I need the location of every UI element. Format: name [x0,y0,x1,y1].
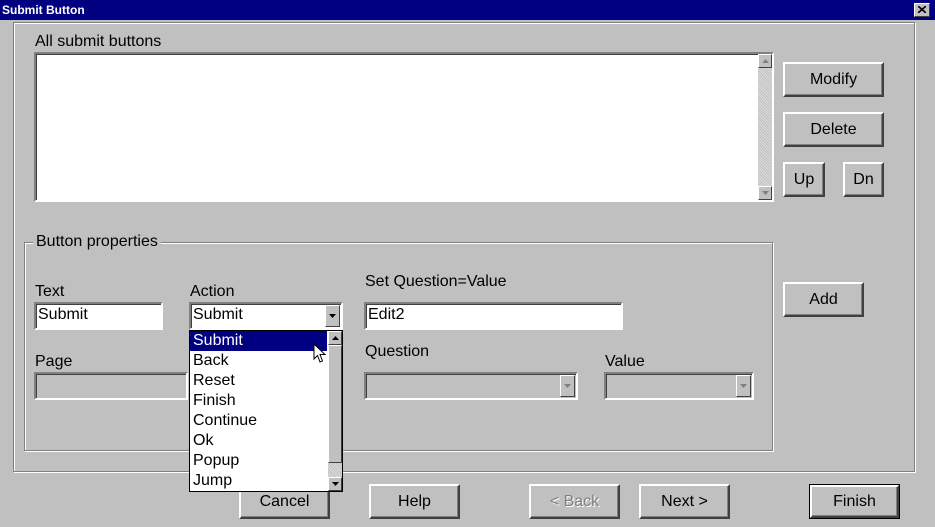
set-question-value: Edit2 [368,306,405,323]
delete-button[interactable]: Delete [783,112,884,147]
finish-button[interactable]: Finish [809,484,900,519]
value-dropdown-button[interactable] [736,375,751,397]
options-scroll-down[interactable] [328,477,342,491]
close-button[interactable] [914,3,930,17]
window-title: Submit Button [2,3,85,17]
option-popup[interactable]: Popup [190,451,327,471]
listbox-scrollbar[interactable] [758,54,772,200]
option-submit[interactable]: Submit [190,331,327,351]
question-dropdown[interactable] [364,372,578,400]
help-button[interactable]: Help [369,484,460,519]
options-scroll-up[interactable] [328,331,342,345]
modify-button[interactable]: Modify [783,62,884,97]
action-label: Action [190,283,235,300]
action-dropdown-button[interactable] [325,305,340,327]
back-button[interactable]: < Back [529,484,620,519]
arrow-up-icon [761,59,769,63]
arrow-down-icon [331,482,339,486]
options-container: Submit Back Reset Finish Continue Ok Pop… [190,331,327,491]
question-label: Question [365,343,430,360]
mouse-pointer-icon [313,343,327,363]
down-button[interactable]: Dn [843,162,884,197]
chevron-down-icon [564,384,571,388]
all-buttons-label: All submit buttons [35,33,162,50]
text-input-value: Submit [38,306,88,323]
option-reset[interactable]: Reset [190,371,327,391]
submit-buttons-listbox[interactable] [34,52,774,202]
options-scrollbar[interactable] [328,331,342,491]
options-scroll-thumb[interactable] [328,345,342,463]
scroll-up-button[interactable] [758,54,772,68]
action-dropdown-value: Submit [193,306,243,323]
option-ok[interactable]: Ok [190,431,327,451]
set-question-label: Set Question=Value [365,273,507,290]
option-finish[interactable]: Finish [190,391,327,411]
button-properties-legend: Button properties [33,233,161,251]
close-icon [918,6,926,13]
arrow-up-icon [331,336,339,340]
question-dropdown-button[interactable] [560,375,575,397]
chevron-down-icon [329,314,336,318]
action-dropdown[interactable]: Submit [189,302,343,330]
text-label: Text [35,283,65,300]
page-dropdown[interactable] [34,372,188,400]
value-label: Value [605,353,645,370]
value-dropdown[interactable] [604,372,754,400]
option-continue[interactable]: Continue [190,411,327,431]
option-back[interactable]: Back [190,351,327,371]
option-jump[interactable]: Jump [190,471,327,491]
up-button[interactable]: Up [783,162,825,197]
scroll-down-button[interactable] [758,186,772,200]
arrow-down-icon [761,191,769,195]
next-button[interactable]: Next > [639,484,730,519]
page-label: Page [35,353,73,370]
chevron-down-icon [740,384,747,388]
text-input[interactable]: Submit [34,302,163,330]
title-bar: Submit Button [0,0,935,20]
set-question-input[interactable]: Edit2 [364,302,623,330]
add-button[interactable]: Add [783,282,864,317]
